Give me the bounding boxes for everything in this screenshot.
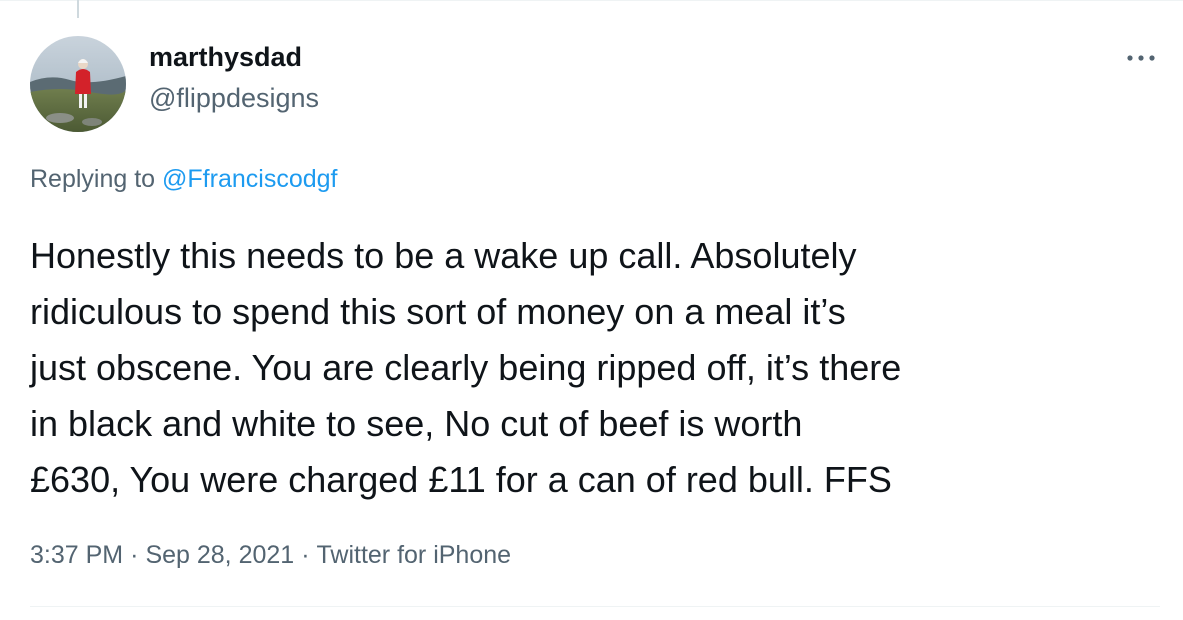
tweet-metadata: 3:37 PM · Sep 28, 2021 · Twitter for iPhone — [30, 538, 511, 572]
author-display-name[interactable]: marthysdad — [149, 40, 302, 74]
reply-mention-link[interactable]: @Ffranciscodgf — [162, 165, 337, 193]
replying-to-prefix: Replying to — [30, 165, 156, 193]
avatar[interactable] — [30, 36, 126, 132]
tweet-text-line: ridiculous to spend this sort of money o… — [30, 291, 846, 332]
tweet-text-line: just obscene. You are clearly being ripp… — [30, 347, 902, 388]
tweet-time-link[interactable]: 3:37 PM — [30, 541, 123, 569]
tweet-source-link[interactable]: Twitter for iPhone — [317, 541, 512, 569]
avatar-photo-icon — [30, 36, 126, 132]
author-handle[interactable]: @flippdesigns — [149, 81, 319, 115]
thread-connector-line — [77, 0, 79, 18]
tweet-text-line: Honestly this needs to be a wake up call… — [30, 235, 857, 276]
bottom-divider — [30, 606, 1160, 607]
tweet-text: Honestly this needs to be a wake up call… — [30, 228, 1160, 508]
replying-to: Replying to @Ffranciscodgf — [30, 162, 337, 196]
meta-separator: · — [301, 541, 310, 569]
top-border — [0, 0, 1183, 1]
tweet-text-line: in black and white to see, No cut of bee… — [30, 403, 803, 444]
meta-separator: · — [130, 541, 139, 569]
more-options-icon[interactable] — [1123, 48, 1159, 68]
tweet-text-line: £630, You were charged £11 for a can of … — [30, 459, 892, 500]
tweet-date-link[interactable]: Sep 28, 2021 — [145, 541, 294, 569]
